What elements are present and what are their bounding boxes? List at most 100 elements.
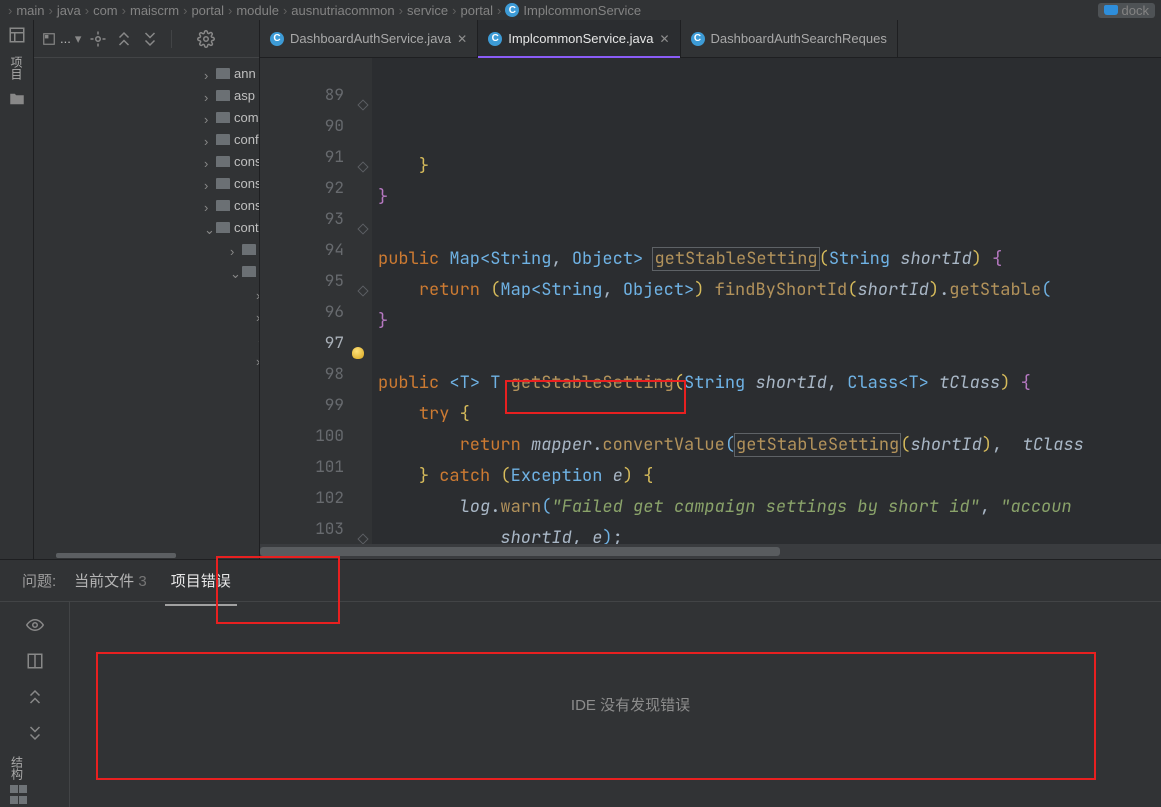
tree-item-label: cons — [234, 176, 260, 191]
code-line[interactable]: public <T> T getStableSetting(String sho… — [378, 368, 1161, 399]
code-line[interactable]: return mapper.convertValue(getStableSett… — [378, 430, 1161, 461]
expand-icon[interactable] — [26, 688, 44, 706]
line-number: 96 — [260, 296, 344, 327]
tree-row[interactable]: com — [34, 106, 260, 128]
chevron-down-icon[interactable] — [204, 222, 214, 232]
chevron-right-icon[interactable] — [204, 156, 214, 166]
tab-label: ImplcommonService.java — [508, 31, 653, 46]
project-toolbar: ... ▾ — [34, 20, 259, 58]
editor-tab[interactable]: CDashboardAuthService.java✕ — [260, 20, 478, 57]
tree-row[interactable]: asp — [34, 84, 260, 106]
editor-panel: CDashboardAuthService.java✕CImplcommonSe… — [260, 20, 1161, 559]
expand-all-icon[interactable] — [115, 30, 133, 48]
locate-icon[interactable] — [89, 30, 107, 48]
fold-icon[interactable] — [357, 161, 368, 172]
close-icon[interactable]: ✕ — [659, 32, 669, 46]
editor-tab[interactable]: CDashboardAuthSearchReques — [681, 20, 898, 57]
code-editor[interactable]: 8990919293949596979899100101102103 }}pub… — [260, 58, 1161, 544]
tree-item-label: cons — [234, 198, 260, 213]
line-number: 102 — [260, 482, 344, 513]
tree-row[interactable]: cont — [34, 216, 260, 238]
tab-label: DashboardAuthSearchReques — [711, 31, 887, 46]
tab-current-file[interactable]: 当前文件 3 — [68, 564, 153, 597]
folder-icon — [216, 112, 230, 123]
tree-row[interactable]: cons — [34, 172, 260, 194]
gear-icon[interactable] — [197, 30, 215, 48]
hint-bulb-icon[interactable] — [352, 347, 364, 359]
chevron-right-icon[interactable] — [204, 68, 214, 78]
tree-row[interactable]: a — [34, 238, 260, 260]
tree-row[interactable] — [34, 348, 260, 370]
folder-icon[interactable] — [8, 90, 26, 108]
code-line[interactable]: } catch (Exception e) { — [378, 461, 1161, 492]
tree-row[interactable]: ann — [34, 62, 260, 84]
project-h-scrollbar[interactable] — [34, 549, 259, 559]
tree-row[interactable]: b — [34, 260, 260, 282]
fold-icon[interactable] — [357, 533, 368, 544]
crumb[interactable]: com — [93, 3, 118, 18]
tree-item-label: cont — [234, 220, 259, 235]
tab-label: DashboardAuthService.java — [290, 31, 451, 46]
editor-h-scrollbar[interactable] — [260, 544, 1161, 559]
chevron-right-icon[interactable] — [204, 90, 214, 100]
tree-row[interactable]: conf — [34, 128, 260, 150]
tree-item-label: conf — [234, 132, 259, 147]
fold-icon[interactable] — [357, 285, 368, 296]
chevron-down-icon[interactable] — [230, 266, 240, 276]
line-number: 92 — [260, 172, 344, 203]
problems-content: IDE 没有发现错误 — [100, 602, 1161, 807]
code-line[interactable] — [378, 337, 1161, 368]
crumb[interactable]: java — [57, 3, 81, 18]
tree-row[interactable]: cons — [34, 150, 260, 172]
tab-project-errors[interactable]: 项目错误 — [165, 564, 237, 597]
crumb[interactable]: ImplcommonService — [523, 3, 641, 18]
code-line[interactable] — [378, 213, 1161, 244]
project-panel: ... ▾ annaspcom conf cons cons cons cont ab — [34, 20, 260, 559]
code-line[interactable]: log.warn("Failed get campaign settings b… — [378, 492, 1161, 523]
collapse-all-icon[interactable] — [141, 30, 159, 48]
chevron-right-icon[interactable] — [204, 134, 214, 144]
layout-icon[interactable] — [8, 26, 26, 44]
close-icon[interactable]: ✕ — [457, 32, 467, 46]
structure-tool[interactable]: 结构 — [0, 756, 34, 805]
eye-icon[interactable] — [26, 616, 44, 634]
code-area[interactable]: }} public Map<String, Object> getStableSe… — [372, 58, 1161, 544]
code-line[interactable]: public Map<String, Object> getStableSett… — [378, 244, 1161, 275]
crumb[interactable]: maiscrm — [130, 3, 179, 18]
project-tool-label[interactable]: 项目 — [8, 56, 25, 80]
fold-icon[interactable] — [357, 99, 368, 110]
code-line[interactable]: return (Map<String, Object>) findByShort… — [378, 275, 1161, 306]
code-line[interactable]: } — [378, 306, 1161, 337]
crumb[interactable]: module — [236, 3, 279, 18]
code-line[interactable]: } — [378, 151, 1161, 182]
docker-target[interactable]: dock — [1098, 3, 1155, 18]
crumb[interactable]: main — [16, 3, 44, 18]
line-number: 90 — [260, 110, 344, 141]
tree-row[interactable] — [34, 326, 260, 348]
project-view-dropdown[interactable]: ... ▾ — [42, 31, 81, 47]
crumb[interactable]: portal — [461, 3, 494, 18]
chevron-right-icon[interactable] — [204, 178, 214, 188]
code-line[interactable]: } — [378, 182, 1161, 213]
problems-empty-text: IDE 没有发现错误 — [571, 694, 690, 715]
breadcrumb: ›main ›java ›com ›maiscrm ›portal ›modul… — [0, 0, 1161, 20]
code-line[interactable]: shortId, e); — [378, 523, 1161, 544]
tree-row[interactable] — [34, 282, 260, 304]
editor-tab[interactable]: CImplcommonService.java✕ — [478, 20, 680, 57]
chevron-right-icon[interactable] — [204, 200, 214, 210]
tree-row[interactable] — [34, 304, 260, 326]
docker-icon — [1104, 5, 1118, 15]
fold-icon[interactable] — [357, 223, 368, 234]
crumb[interactable]: service — [407, 3, 448, 18]
folder-icon — [216, 134, 230, 145]
project-tree[interactable]: annaspcom conf cons cons cons cont ab — [34, 58, 260, 549]
tree-row[interactable]: cons — [34, 194, 260, 216]
line-number: 94 — [260, 234, 344, 265]
crumb[interactable]: ausnutriacommon — [291, 3, 394, 18]
code-line[interactable]: try { — [378, 399, 1161, 430]
chevron-right-icon[interactable] — [204, 112, 214, 122]
collapse-icon[interactable] — [26, 724, 44, 742]
crumb[interactable]: portal — [191, 3, 224, 18]
chevron-right-icon[interactable] — [230, 244, 240, 254]
split-icon[interactable] — [26, 652, 44, 670]
